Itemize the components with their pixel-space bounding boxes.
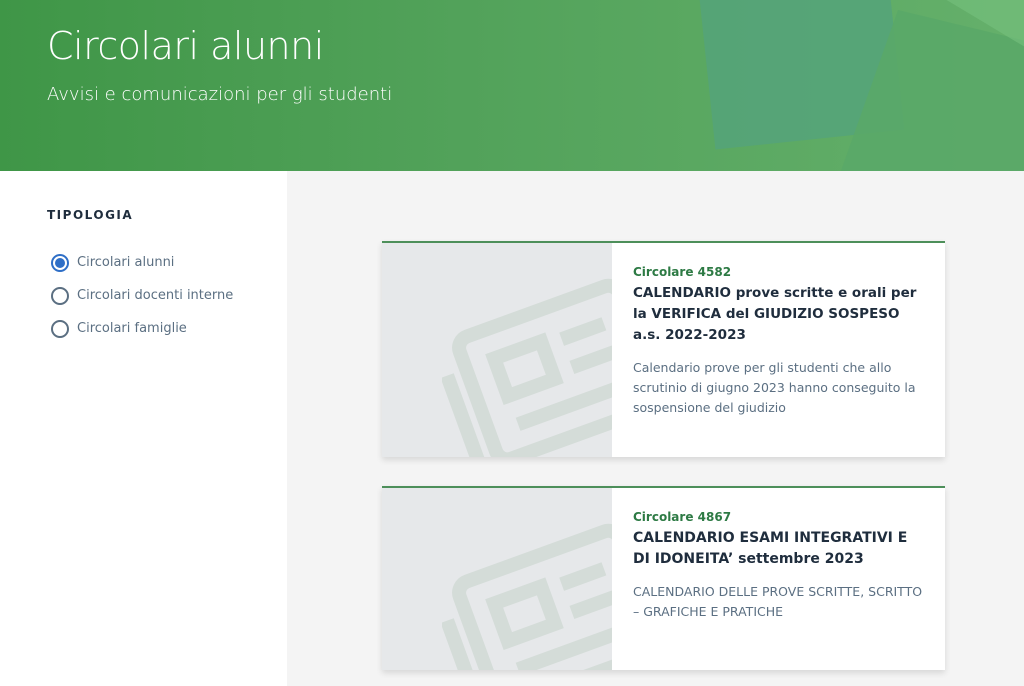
newspaper-icon [442, 523, 612, 670]
card-image-placeholder [382, 488, 612, 670]
card-description: CALENDARIO DELLE PROVE SCRITTE, SCRITTO … [633, 584, 923, 619]
filter-option-label: Circolari famiglie [77, 321, 187, 336]
radio-button[interactable] [51, 286, 69, 305]
card-title[interactable]: CALENDARIO ESAMI INTEGRATIVI E DI IDONEI… [633, 528, 923, 570]
newspaper-icon [442, 278, 612, 457]
filter-heading: TIPOLOGIA [47, 208, 134, 222]
radio-button[interactable] [51, 319, 69, 338]
page-hero: Circolari alunni Avvisi e comunicazioni … [0, 0, 1024, 171]
filter-option-label: Circolari docenti interne [77, 288, 234, 303]
card-description: Calendario prove per gli studenti che al… [633, 360, 916, 415]
card-image-placeholder [382, 243, 612, 457]
circolare-card[interactable]: Circolare 4582 CALENDARIO prove scritte … [382, 241, 945, 457]
filter-option-circolari-docenti-interne[interactable]: Circolari docenti interne [51, 279, 233, 312]
radio-button[interactable] [51, 253, 69, 272]
card-body: Circolare 4867 CALENDARIO ESAMI INTEGRAT… [612, 488, 945, 670]
filter-option-circolari-famiglie[interactable]: Circolari famiglie [51, 312, 233, 345]
card-title[interactable]: CALENDARIO prove scritte e orali per la … [633, 283, 923, 346]
page-title: Circolari alunni [47, 24, 324, 68]
filter-option-circolari-alunni[interactable]: Circolari alunni [51, 246, 233, 279]
card-category[interactable]: Circolare 4867 [633, 510, 923, 524]
filter-radio-group: Circolari alunni Circolari docenti inter… [51, 246, 233, 345]
filter-sidebar: TIPOLOGIA Circolari alunni Circolari doc… [0, 171, 287, 686]
circolare-card[interactable]: Circolare 4867 CALENDARIO ESAMI INTEGRAT… [382, 486, 945, 670]
filter-option-label: Circolari alunni [77, 255, 175, 270]
card-category[interactable]: Circolare 4582 [633, 265, 923, 279]
radio-dot [55, 257, 65, 268]
card-body: Circolare 4582 CALENDARIO prove scritte … [612, 243, 945, 457]
page-subtitle: Avvisi e comunicazioni per gli studenti [47, 84, 393, 105]
